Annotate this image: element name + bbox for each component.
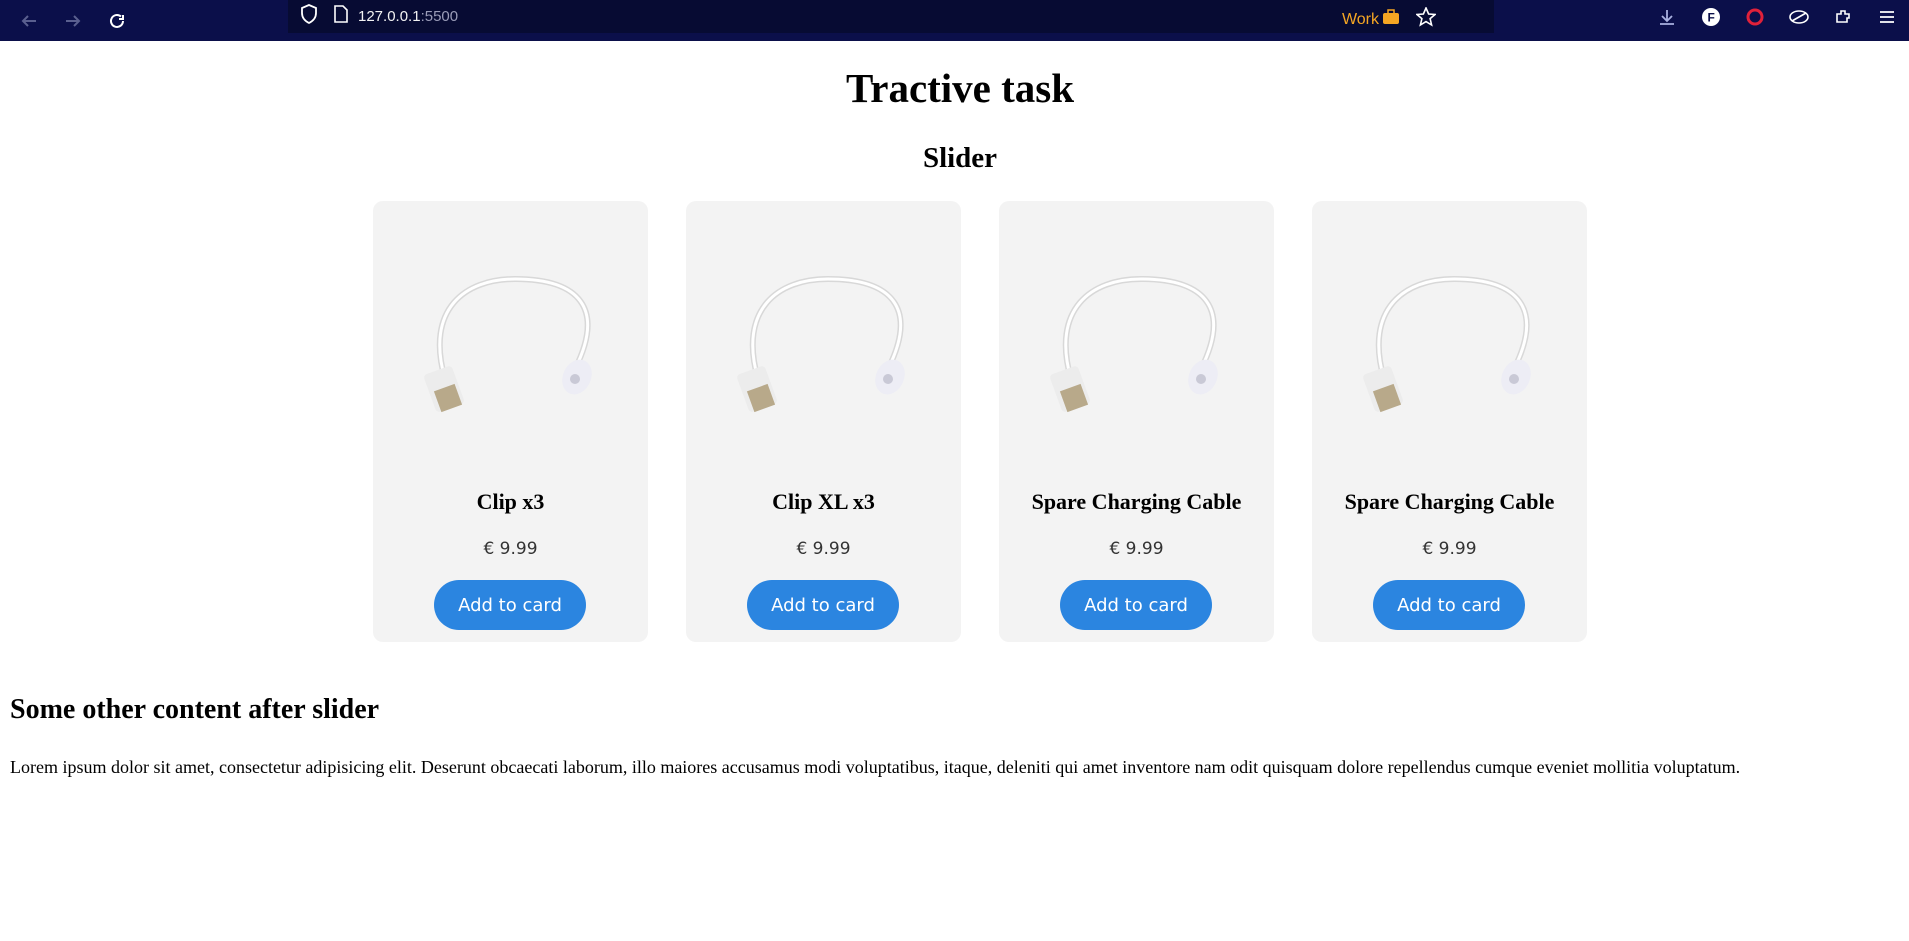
page-title: Tractive task [845,65,1075,111]
url-port: :5500 [420,8,459,25]
product-card: Clip XL x3 € 9.99 Add to card [686,201,961,642]
opera-icon[interactable] [1733,7,1777,27]
extensions-puzzle-icon[interactable] [1821,8,1865,26]
charging-cable-image [424,275,592,413]
add-to-cart-button[interactable]: Add to card [1060,580,1212,630]
product-name: Spare Charging Cable [1031,489,1242,514]
add-to-cart-button[interactable]: Add to card [747,580,899,630]
url-text[interactable]: 127.0.0.1:5500 [358,8,458,25]
back-icon[interactable] [14,6,44,36]
product-name: Clip XL x3 [772,489,875,514]
extension-f-icon[interactable]: F [1689,7,1733,27]
body-paragraph: Lorem ipsum dolor sit amet, consectetur … [10,757,1741,777]
product-price: € 9.99 [483,539,538,559]
slider-title: Slider [922,142,998,174]
briefcase-icon [1382,9,1400,30]
download-icon[interactable] [1645,8,1689,26]
product-price: € 9.99 [1422,539,1477,559]
extension-icon[interactable] [1777,9,1821,25]
product-price: € 9.99 [1109,539,1164,559]
product-name: Clip x3 [476,489,545,514]
product-name: Spare Charging Cable [1344,489,1555,514]
page-icon[interactable] [334,5,348,28]
product-card: Spare Charging Cable € 9.99 Add to card [1312,201,1587,642]
forward-icon[interactable] [58,6,88,36]
product-slider: Clip x3 € 9.99 Add to card Clip XL x3 € … [373,201,1587,642]
star-icon[interactable] [1415,5,1437,32]
charging-cable-image [1050,275,1218,413]
menu-icon[interactable] [1865,9,1909,25]
svg-text:F: F [1708,10,1715,24]
add-to-cart-button[interactable]: Add to card [434,580,586,630]
add-to-cart-button[interactable]: Add to card [1373,580,1525,630]
browser-toolbar: 127.0.0.1:5500 Work F [0,0,1909,41]
product-card: Clip x3 € 9.99 Add to card [373,201,648,642]
reload-icon[interactable] [102,6,132,36]
url-host: 127.0.0.1 [358,8,421,25]
url-bar[interactable]: 127.0.0.1:5500 Work [288,0,1494,33]
container-badge[interactable]: Work [1341,5,1437,32]
container-label: Work [1341,10,1379,28]
charging-cable-image [737,275,905,413]
section-heading: Some other content after slider [10,694,380,725]
product-card: Spare Charging Cable € 9.99 Add to card [999,201,1274,642]
shield-icon[interactable] [300,4,318,29]
browser-extensions: F [1645,0,1909,33]
product-price: € 9.99 [796,539,851,559]
charging-cable-image [1363,275,1531,413]
